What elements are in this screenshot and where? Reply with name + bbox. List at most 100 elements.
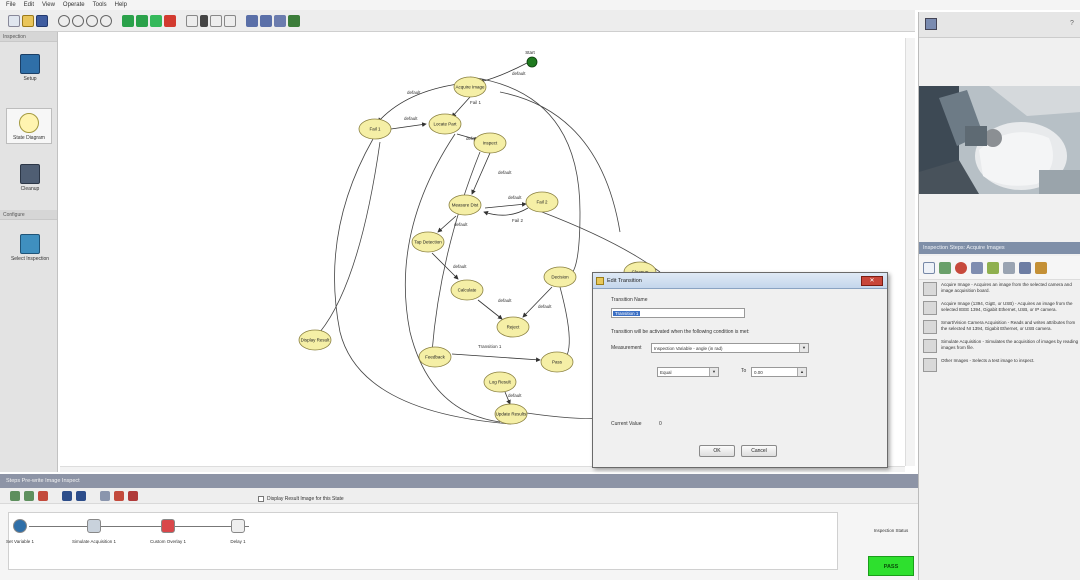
transition-label[interactable]: Fail 1 [470,100,482,105]
setup-button[interactable]: Setup [8,54,52,82]
select-inspection-button[interactable]: Select Inspection [8,234,52,262]
open-icon[interactable] [22,14,34,27]
state-node[interactable]: Update Results [494,403,528,425]
transition-arrow[interactable] [484,201,527,209]
copy-icon[interactable] [100,490,110,501]
transition-arrow[interactable] [471,152,491,195]
pipeline-step[interactable]: Simulate Acquisition 1 [59,519,129,544]
step-icon[interactable] [150,14,162,27]
state-node[interactable]: Fail 1 [358,118,392,140]
cleanup-button[interactable]: Cleanup [8,164,52,192]
transition-curve[interactable] [556,286,570,363]
zoom-in-icon[interactable] [58,14,70,27]
transition-label[interactable]: default [407,90,421,95]
identify-category-icon[interactable] [1003,261,1015,274]
tools-category-icon[interactable] [1019,261,1031,274]
transition-label[interactable]: Transition 1 [478,344,502,349]
pipeline-step[interactable]: Set Variable 1 [0,519,55,544]
menu-tools[interactable]: Tools [93,2,107,8]
delete-step-icon[interactable] [38,490,48,501]
transition-curve[interactable] [469,76,581,277]
prev-icon[interactable] [210,14,222,27]
transition-label[interactable]: Fail 2 [512,218,524,223]
step-smart-camera[interactable]: Smart/Vision Camera Acquisition - Reads … [923,320,1079,334]
step-simulate-acquisition[interactable]: Simulate Acquisition - Simulates the acq… [923,339,1079,353]
display-result-checkbox[interactable]: Display Result Image for this State [258,496,344,502]
transition-curve[interactable] [319,141,381,333]
state-node[interactable]: Measure Dist [448,194,482,216]
pause-icon[interactable] [200,14,208,27]
state-diagram-button[interactable]: State Diagram [6,108,52,144]
script-icon[interactable] [128,490,138,501]
locate-category-icon[interactable] [955,261,967,274]
value-input[interactable]: 0.00 ▲ [751,367,807,377]
step-acquire-image[interactable]: Acquire Image - Acquires an image from t… [923,282,1079,296]
menu-help[interactable]: Help [115,2,127,8]
help-icon[interactable] [186,14,198,27]
menu-edit[interactable]: Edit [24,2,34,8]
transition-label[interactable]: default [508,195,522,200]
menu-view[interactable]: View [42,2,55,8]
monitor-icon[interactable] [925,18,937,30]
stop-icon[interactable] [164,14,176,27]
close-icon[interactable]: ✕ [861,276,883,286]
transition-arrow[interactable] [451,96,471,118]
zoom-fit-icon[interactable] [86,14,98,27]
transition-arrow[interactable] [522,286,553,318]
step-acquire-image-1394[interactable]: Acquire Image (1394, GigE, or USB) - Acq… [923,301,1079,315]
state-node[interactable]: Acquire Image [453,76,487,98]
menu-operate[interactable]: Operate [63,2,85,8]
state-node[interactable]: Locate Part [428,113,462,135]
insert-step-icon[interactable] [24,490,34,501]
state-node[interactable]: Inspect [473,132,507,154]
transition-name-input[interactable]: Transition 1 [611,308,745,318]
transition-label[interactable]: default [404,116,418,121]
new-icon[interactable] [8,14,20,27]
measure-category-icon[interactable] [971,261,983,274]
pipeline-step[interactable]: Custom Overlay 1 [133,519,203,544]
state-node[interactable]: Fail 2 [525,191,559,213]
step-other-images[interactable]: Other Images - Selects a test image to i… [923,358,1079,372]
move-right-icon[interactable] [76,490,86,501]
state-node[interactable]: Log Result [483,371,517,393]
transition-arrow[interactable] [390,122,427,130]
help-icon[interactable]: ? [1070,20,1076,30]
measurement-select[interactable]: Inspection Variable - angle (in rad) ▼ [651,343,809,353]
zoom-actual-icon[interactable] [100,14,112,27]
cancel-button[interactable]: Cancel [741,445,777,457]
state-node[interactable]: Calculate [450,279,484,301]
enhance-category-icon[interactable] [939,261,951,274]
menu-file[interactable]: File [6,2,16,8]
state-node[interactable]: Start [525,50,538,68]
grid-icon[interactable] [260,14,272,27]
operator-select[interactable]: Equal ▼ [657,367,719,377]
transition-curve[interactable] [499,91,621,233]
save-icon[interactable] [36,14,48,27]
run-icon[interactable] [122,14,134,27]
state-node[interactable]: Decision [543,266,577,288]
move-left-icon[interactable] [62,490,72,501]
camera-icon[interactable] [288,14,300,27]
custom-category-icon[interactable] [1035,261,1047,274]
check-category-icon[interactable] [987,261,999,274]
zoom-out-icon[interactable] [72,14,84,27]
transition-curve[interactable] [431,151,481,353]
checkbox-icon[interactable] [258,496,264,502]
transition-label[interactable]: default [453,264,467,269]
transition-arrow[interactable] [483,207,529,216]
transition-label[interactable]: default [498,170,512,175]
ok-button[interactable]: OK [699,445,735,457]
run-continuous-icon[interactable] [136,14,148,27]
pipeline-step[interactable]: Delay 1 [203,519,273,544]
transition-label[interactable]: default [498,298,512,303]
vertical-scrollbar[interactable] [905,38,915,466]
state-node[interactable]: Feedback [418,346,452,368]
transition-label[interactable]: default [538,304,552,309]
transition-arrow[interactable] [451,353,541,363]
state-node[interactable]: Pass [540,351,574,373]
state-node[interactable]: Display Result [298,329,332,351]
layout-icon[interactable] [246,14,258,27]
transition-label[interactable]: default [508,393,522,398]
transition-label[interactable]: default [512,71,526,76]
state-node[interactable]: Reject [496,316,530,338]
